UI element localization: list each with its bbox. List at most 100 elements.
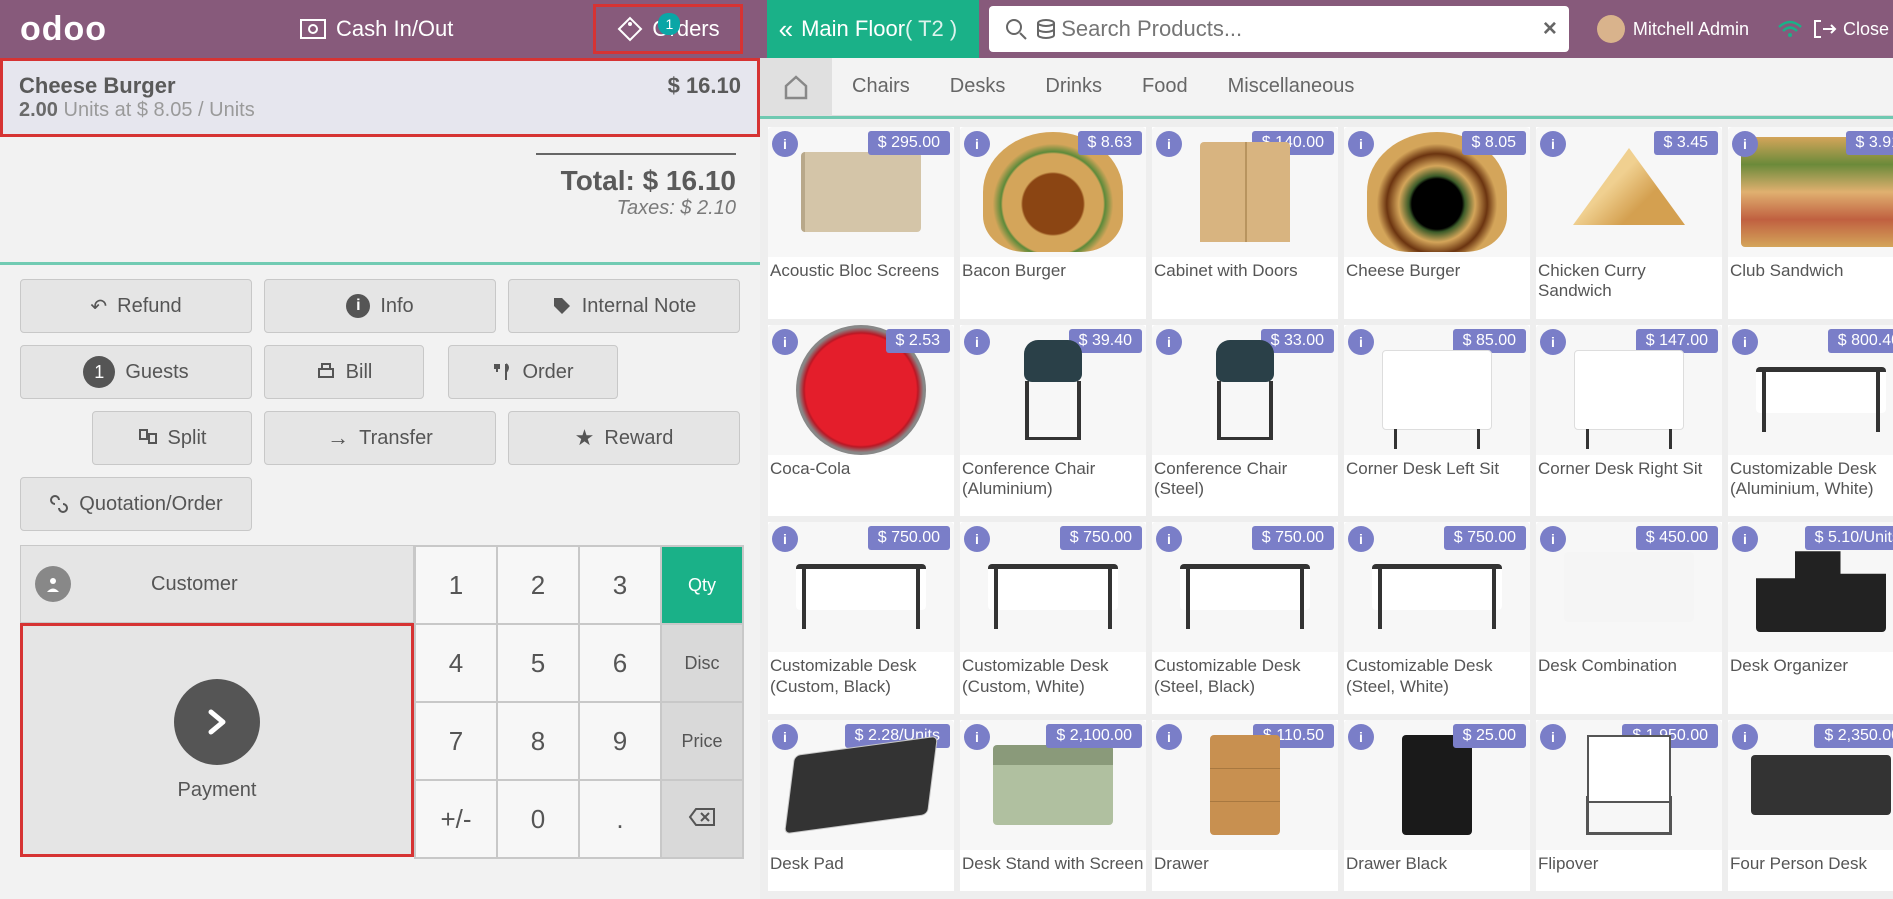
cash-in-out-button[interactable]: Cash In/Out — [200, 16, 453, 42]
info-icon[interactable]: i — [1540, 329, 1566, 355]
numpad-2[interactable]: 2 — [497, 546, 579, 624]
info-icon[interactable]: i — [964, 724, 990, 750]
product-card[interactable]: i $ 1,950.00 Flipover — [1536, 720, 1722, 891]
info-icon[interactable]: i — [1348, 526, 1374, 552]
numpad-price[interactable]: Price — [661, 702, 743, 780]
product-name: Drawer — [1152, 850, 1338, 878]
product-card[interactable]: i $ 85.00 Corner Desk Left Sit — [1344, 325, 1530, 517]
category-chairs[interactable]: Chairs — [832, 58, 930, 116]
product-card[interactable]: i $ 8.05 Cheese Burger — [1344, 127, 1530, 319]
info-icon[interactable]: i — [772, 329, 798, 355]
product-card[interactable]: i $ 2,350.00 Four Person Desk — [1728, 720, 1893, 891]
info-icon[interactable]: i — [1540, 526, 1566, 552]
products-panel: ChairsDesksDrinksFoodMiscellaneous i $ 2… — [760, 58, 1893, 899]
product-card[interactable]: i $ 8.63 Bacon Burger — [960, 127, 1146, 319]
product-card[interactable]: i $ 750.00 Customizable Desk (Custom, Wh… — [960, 522, 1146, 714]
info-icon[interactable]: i — [1732, 329, 1758, 355]
product-card[interactable]: i $ 3.91 Club Sandwich — [1728, 127, 1893, 319]
transfer-button[interactable]: →Transfer — [264, 411, 496, 465]
refund-button[interactable]: ↶Refund — [20, 279, 252, 333]
product-card[interactable]: i $ 33.00 Conference Chair (Steel) — [1152, 325, 1338, 517]
order-button[interactable]: Order — [448, 345, 618, 399]
numpad-dot[interactable]: . — [579, 780, 661, 858]
info-icon[interactable]: i — [1156, 526, 1182, 552]
numpad-backspace[interactable] — [661, 780, 743, 858]
numpad: 1 2 3 Qty 4 5 6 Disc 7 8 9 Price +/- 0 . — [414, 545, 744, 859]
info-icon[interactable]: i — [1156, 131, 1182, 157]
numpad-0[interactable]: 0 — [497, 780, 579, 858]
numpad-8[interactable]: 8 — [497, 702, 579, 780]
clear-search-icon[interactable]: × — [1543, 15, 1557, 43]
product-card[interactable]: i $ 147.00 Corner Desk Right Sit — [1536, 325, 1722, 517]
product-card[interactable]: i $ 3.45 Chicken Curry Sandwich — [1536, 127, 1722, 319]
numpad-plusminus[interactable]: +/- — [415, 780, 497, 858]
product-name: Flipover — [1536, 850, 1722, 878]
info-icon[interactable]: i — [772, 131, 798, 157]
internal-note-button[interactable]: Internal Note — [508, 279, 740, 333]
info-icon[interactable]: i — [1156, 329, 1182, 355]
info-icon[interactable]: i — [1348, 329, 1374, 355]
search-input[interactable] — [1061, 16, 1543, 42]
info-icon[interactable]: i — [964, 526, 990, 552]
product-card[interactable]: i $ 110.50 Drawer — [1152, 720, 1338, 891]
category-drinks[interactable]: Drinks — [1025, 58, 1122, 116]
category-miscellaneous[interactable]: Miscellaneous — [1208, 58, 1375, 116]
floor-button[interactable]: « Main Floor ( T2 ) — [767, 0, 980, 58]
numpad-qty[interactable]: Qty — [661, 546, 743, 624]
product-card[interactable]: i $ 450.00 Desk Combination — [1536, 522, 1722, 714]
info-icon[interactable]: i — [964, 329, 990, 355]
reward-button[interactable]: ★Reward — [508, 411, 740, 465]
guests-count: 1 — [83, 356, 115, 388]
payment-label: Payment — [178, 779, 257, 802]
product-price: $ 8.63 — [1078, 131, 1142, 155]
product-card[interactable]: i $ 750.00 Customizable Desk (Steel, Whi… — [1344, 522, 1530, 714]
info-icon[interactable]: i — [1348, 131, 1374, 157]
product-card[interactable]: i $ 2.53 Coca-Cola — [768, 325, 954, 517]
info-icon[interactable]: i — [1156, 724, 1182, 750]
info-icon[interactable]: i — [1732, 131, 1758, 157]
numpad-5[interactable]: 5 — [497, 624, 579, 702]
info-icon[interactable]: i — [1540, 131, 1566, 157]
product-price: $ 750.00 — [1060, 526, 1142, 550]
bill-button[interactable]: Bill — [264, 345, 424, 399]
product-card[interactable]: i $ 800.40 Customizable Desk (Aluminium,… — [1728, 325, 1893, 517]
payment-button[interactable]: Payment — [20, 623, 414, 857]
info-icon[interactable]: i — [772, 526, 798, 552]
numpad-9[interactable]: 9 — [579, 702, 661, 780]
numpad-3[interactable]: 3 — [579, 546, 661, 624]
product-card[interactable]: i $ 750.00 Customizable Desk (Steel, Bla… — [1152, 522, 1338, 714]
numpad-4[interactable]: 4 — [415, 624, 497, 702]
info-icon[interactable]: i — [772, 724, 798, 750]
product-card[interactable]: i $ 2.28/Units Desk Pad — [768, 720, 954, 891]
product-card[interactable]: i $ 295.00 Acoustic Bloc Screens — [768, 127, 954, 319]
product-card[interactable]: i $ 750.00 Customizable Desk (Custom, Bl… — [768, 522, 954, 714]
split-button[interactable]: Split — [92, 411, 252, 465]
product-name: Customizable Desk (Steel, White) — [1344, 652, 1530, 701]
numpad-6[interactable]: 6 — [579, 624, 661, 702]
product-card[interactable]: i $ 2,100.00 Desk Stand with Screen — [960, 720, 1146, 891]
info-icon[interactable]: i — [1732, 724, 1758, 750]
guests-button[interactable]: 1Guests — [20, 345, 252, 399]
info-icon[interactable]: i — [1540, 724, 1566, 750]
product-card[interactable]: i $ 39.40 Conference Chair (Aluminium) — [960, 325, 1146, 517]
info-icon[interactable]: i — [1348, 724, 1374, 750]
info-icon[interactable]: i — [964, 131, 990, 157]
info-icon[interactable]: i — [1732, 526, 1758, 552]
product-card[interactable]: i $ 25.00 Drawer Black — [1344, 720, 1530, 891]
product-card[interactable]: i $ 5.10/Units Desk Organizer — [1728, 522, 1893, 714]
quotation-button[interactable]: Quotation/Order — [20, 477, 252, 531]
customer-button[interactable]: Customer — [20, 545, 414, 623]
info-button[interactable]: iInfo — [264, 279, 496, 333]
search-wrap[interactable]: × — [989, 6, 1569, 52]
order-line[interactable]: Cheese Burger 2.00 Units at $ 8.05 / Uni… — [0, 58, 760, 137]
numpad-7[interactable]: 7 — [415, 702, 497, 780]
numpad-disc[interactable]: Disc — [661, 624, 743, 702]
close-button[interactable]: Close — [1813, 19, 1893, 40]
orders-button[interactable]: 1 Orders — [593, 4, 742, 54]
user-menu[interactable]: Mitchell Admin — [1579, 15, 1767, 43]
product-card[interactable]: i $ 140.00 Cabinet with Doors — [1152, 127, 1338, 319]
category-desks[interactable]: Desks — [930, 58, 1026, 116]
category-food[interactable]: Food — [1122, 58, 1208, 116]
numpad-1[interactable]: 1 — [415, 546, 497, 624]
home-category[interactable] — [760, 58, 832, 116]
